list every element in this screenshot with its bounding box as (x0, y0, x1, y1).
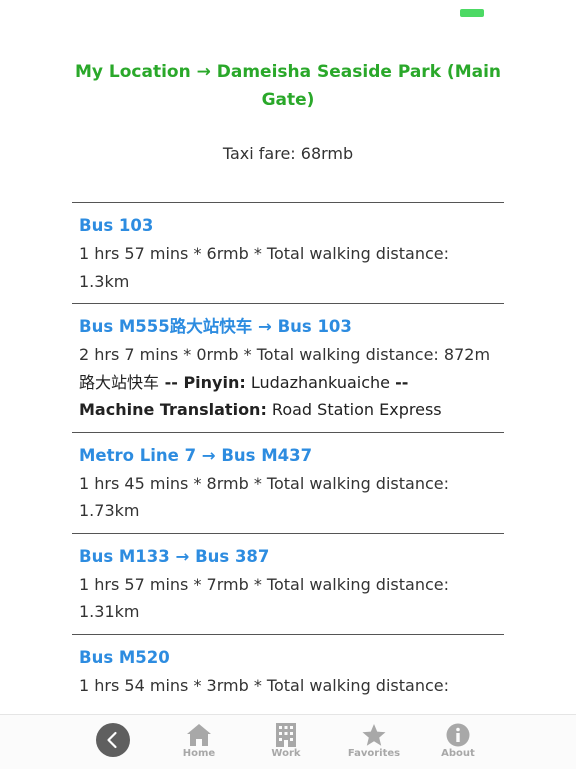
tab-work-label: Work (271, 748, 301, 759)
home-icon (187, 724, 211, 746)
note-separator: -- (159, 372, 184, 392)
route-option[interactable]: Bus M520 1 hrs 54 mins * 3rmb * Total wa… (72, 633, 504, 708)
route-option-info: 1 hrs 57 mins * 6rmb * Total walking dis… (79, 244, 449, 291)
route-option[interactable]: Bus M133 → Bus 387 1 hrs 57 mins * 7rmb … (72, 532, 504, 634)
tab-favorites-label: Favorites (347, 748, 401, 759)
note-translation: Road Station Express (266, 400, 442, 419)
route-option-info: 2 hrs 7 mins * 0rmb * Total walking dist… (79, 345, 491, 364)
tab-work[interactable]: Work (256, 723, 316, 759)
star-icon (362, 724, 386, 746)
chevron-left-icon (107, 731, 117, 749)
tab-about[interactable]: About (428, 723, 488, 759)
note-separator: -- (395, 372, 409, 392)
route-option-info: 1 hrs 45 mins * 8rmb * Total walking dis… (79, 473, 449, 521)
tab-bar: Home Work Favorites About (0, 714, 576, 769)
tab-favorites[interactable]: Favorites (344, 723, 404, 759)
route-option[interactable]: Metro Line 7 → Bus M437 1 hrs 45 mins * … (72, 431, 504, 533)
tab-home-label: Home (182, 748, 216, 759)
tab-about-label: About (441, 748, 475, 759)
route-option-title[interactable]: Bus M555路大站快车 → Bus 103 (79, 313, 504, 341)
note-mt-label: Machine Translation: (79, 400, 267, 419)
info-icon (446, 723, 470, 747)
route-option-info: 1 hrs 54 mins * 3rmb * Total walking dis… (79, 675, 449, 695)
status-indicator (460, 9, 484, 17)
route-option-title[interactable]: Bus M520 (79, 644, 504, 672)
page-title: My Location → Dameisha Seaside Park (Mai… (74, 62, 502, 110)
note-original: 路大站快车 (79, 372, 160, 392)
route-option-info: 1 hrs 57 mins * 7rmb * Total walking dis… (79, 574, 449, 622)
back-button[interactable] (96, 723, 130, 757)
route-translation-note: 路大站快车 -- Pinyin: Ludazhankuaiche -- Machi… (79, 369, 504, 424)
taxi-fare: Taxi fare: 68rmb (222, 144, 354, 163)
route-option[interactable]: Bus M555路大站快车 → Bus 103 2 hrs 7 mins * 0… (72, 303, 504, 432)
note-pinyin-label: Pinyin: (183, 372, 246, 392)
building-icon (276, 723, 296, 747)
results-list: Bus 103 1 hrs 57 mins * 6rmb * Total wal… (72, 202, 504, 714)
route-option[interactable]: Bus 103 1 hrs 57 mins * 6rmb * Total wal… (72, 202, 504, 303)
route-option-title[interactable]: Bus 103 (79, 212, 504, 240)
route-option-title[interactable]: Bus M133 → Bus 387 (79, 543, 504, 571)
route-option-title[interactable]: Metro Line 7 → Bus M437 (79, 442, 504, 470)
note-pinyin: Ludazhankuaiche (245, 372, 396, 392)
tab-home[interactable]: Home (169, 723, 229, 759)
